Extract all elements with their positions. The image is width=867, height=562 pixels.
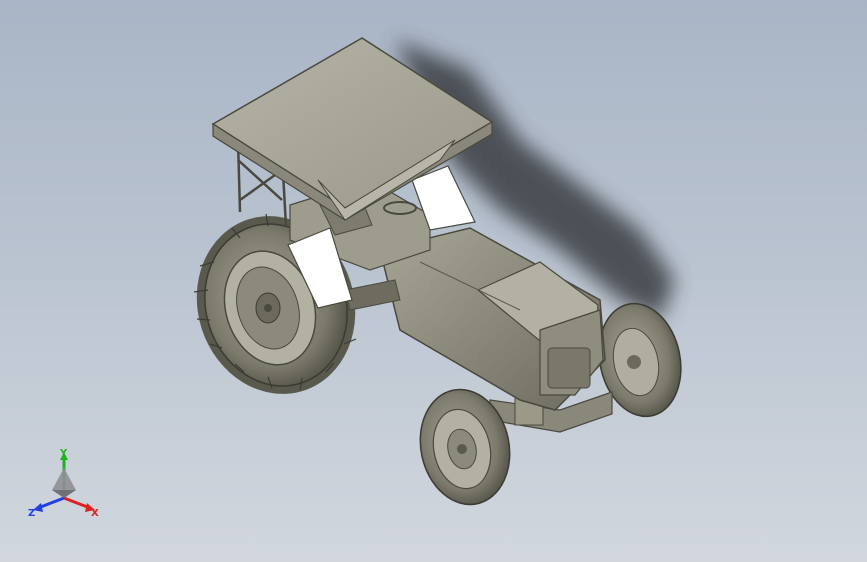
- triad-cone-base: [52, 490, 76, 498]
- graphics-viewport[interactable]: Y X Z: [0, 0, 867, 562]
- triad-cone: [52, 468, 76, 490]
- y-axis-label: Y: [59, 448, 68, 459]
- x-axis-label: X: [91, 508, 99, 519]
- tractor-model[interactable]: [0, 0, 867, 562]
- axis-triad: Y X Z: [28, 448, 99, 519]
- front-left-wheel[interactable]: [410, 381, 520, 513]
- z-axis-line: [37, 496, 65, 510]
- x-axis-line: [63, 496, 91, 510]
- z-axis-label: Z: [28, 508, 35, 519]
